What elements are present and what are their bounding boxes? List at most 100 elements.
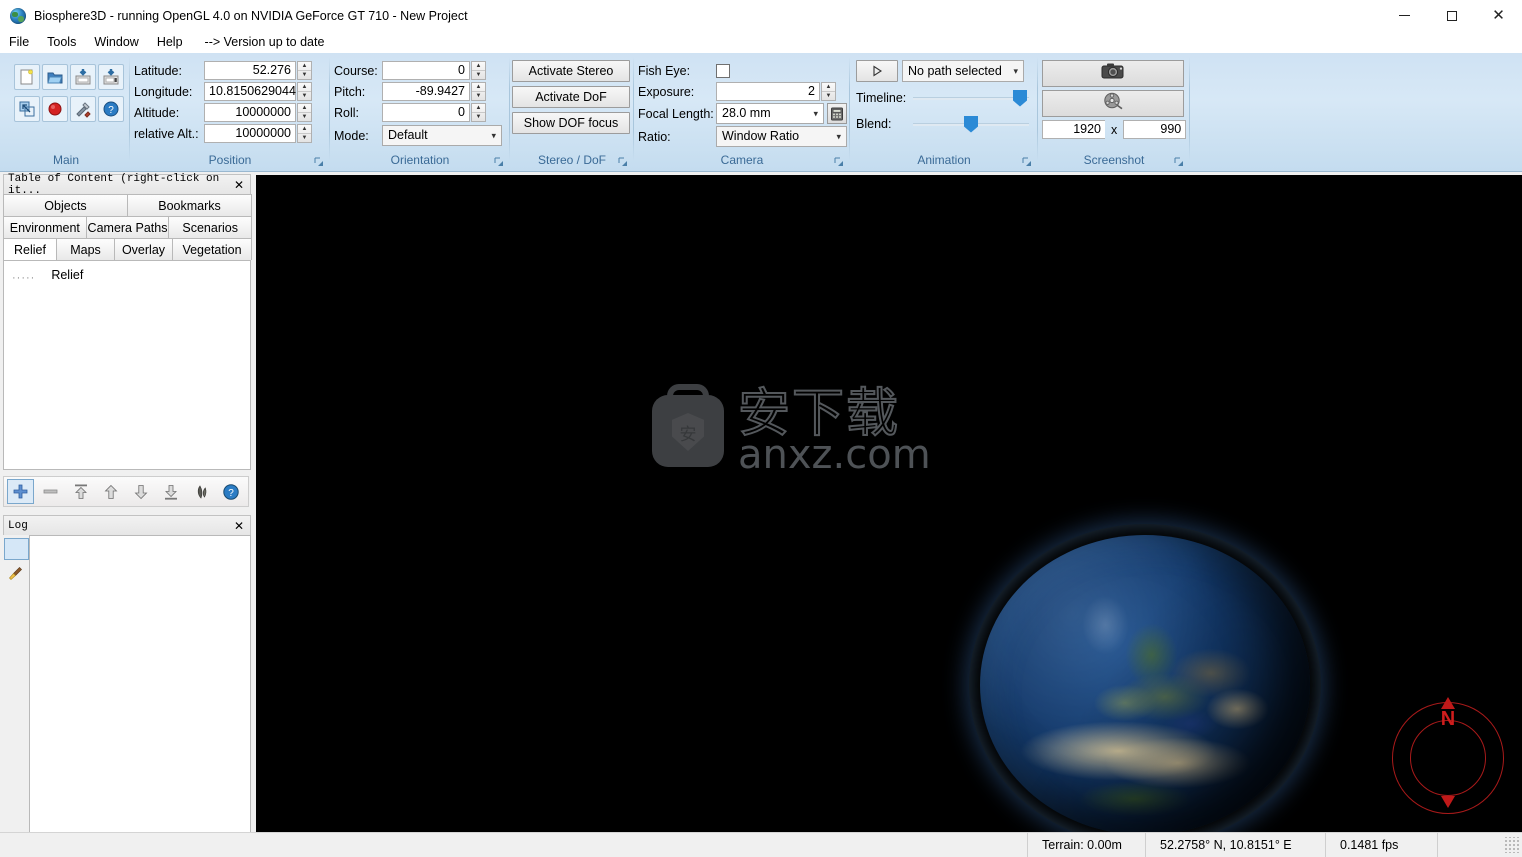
tab-objects[interactable]: Objects <box>3 194 128 216</box>
stop-log-icon[interactable] <box>3 538 29 560</box>
orientation-dialog-launcher[interactable] <box>494 157 504 167</box>
help-icon[interactable]: ? <box>217 479 244 504</box>
screenshot-width-input[interactable]: 1920 <box>1042 120 1105 139</box>
menu-item-window[interactable]: Window <box>85 33 147 51</box>
focal-length-select[interactable]: 28.0 mm ▾ <box>716 103 824 124</box>
open-project-icon[interactable] <box>42 64 68 90</box>
longitude-input[interactable]: 10.8150629044 <box>204 82 296 101</box>
exposure-row: Exposure: 2 ▲ ▼ <box>638 81 848 102</box>
menu-bar: File Tools Window Help --> Version up to… <box>0 31 1522 53</box>
compass-widget[interactable]: N <box>1388 697 1508 818</box>
vegetation-leaf-icon[interactable] <box>187 479 214 504</box>
altitude-stepper[interactable]: ▲ ▼ <box>297 103 312 122</box>
animation-path-select[interactable]: No path selected ▾ <box>902 60 1024 82</box>
record-movie-button[interactable] <box>1042 90 1184 117</box>
tab-maps[interactable]: Maps <box>56 238 115 260</box>
show-dof-focus-button[interactable]: Show DOF focus <box>512 112 630 134</box>
relative-alt-stepper[interactable]: ▲ ▼ <box>297 124 312 143</box>
3d-viewport[interactable]: 安 安下载 anxz.com N <box>256 175 1522 832</box>
fit-window-icon[interactable] <box>14 96 40 122</box>
toc-close-icon[interactable]: ✕ <box>234 178 244 192</box>
latitude-stepper[interactable]: ▲ ▼ <box>297 61 312 80</box>
log-output[interactable] <box>29 535 251 841</box>
course-stepper[interactable]: ▲ ▼ <box>471 61 486 80</box>
mode-select-value: Default <box>388 128 428 142</box>
tab-relief[interactable]: Relief <box>3 238 57 260</box>
tab-vegetation[interactable]: Vegetation <box>172 238 252 260</box>
version-status-text: --> Version up to date <box>204 35 325 49</box>
remove-icon[interactable] <box>37 479 64 504</box>
fish-eye-checkbox[interactable] <box>716 63 730 78</box>
title-bar: Biosphere3D - running OpenGL 4.0 on NVID… <box>0 0 1522 31</box>
mode-select[interactable]: Default ▾ <box>382 125 502 146</box>
table-of-content-panel: Table of Content (right-click on it... ✕… <box>0 172 254 507</box>
course-label: Course: <box>334 63 378 78</box>
stereo-dof-dialog-launcher[interactable] <box>618 157 628 167</box>
save-project-icon[interactable] <box>70 64 96 90</box>
relief-tree[interactable]: ····· Relief <box>3 260 251 470</box>
clear-log-broom-icon[interactable] <box>5 563 27 585</box>
screenshot-dialog-launcher[interactable] <box>1174 157 1184 167</box>
focal-length-row: Focal Length: 28.0 mm ▾ <box>638 102 848 125</box>
roll-input[interactable]: 0 <box>382 103 470 122</box>
menu-item-file[interactable]: File <box>0 33 38 51</box>
menu-item-tools[interactable]: Tools <box>38 33 85 51</box>
ratio-select[interactable]: Window Ratio ▾ <box>716 126 847 147</box>
tab-bookmarks[interactable]: Bookmarks <box>127 194 252 216</box>
mode-row: Mode: Default ▾ <box>334 125 508 146</box>
calculator-icon[interactable] <box>827 103 847 124</box>
take-screenshot-button[interactable] <box>1042 60 1184 87</box>
blend-slider[interactable] <box>913 115 1029 133</box>
log-side-toolbar <box>3 535 29 841</box>
log-close-icon[interactable]: ✕ <box>234 519 244 533</box>
help-icon[interactable]: ? <box>98 96 124 122</box>
menu-item-help[interactable]: Help <box>148 33 192 51</box>
latitude-row: Latitude: 52.276 ▲ ▼ <box>134 60 328 81</box>
window-title: Biosphere3D - running OpenGL 4.0 on NVID… <box>34 8 468 23</box>
move-to-top-icon[interactable] <box>67 479 94 504</box>
latitude-input[interactable]: 52.276 <box>204 61 296 80</box>
camera-dialog-launcher[interactable] <box>834 157 844 167</box>
pitch-stepper[interactable]: ▲ ▼ <box>471 82 486 101</box>
tab-environment[interactable]: Environment <box>3 216 87 238</box>
add-icon[interactable] <box>7 479 34 504</box>
exposure-stepper[interactable]: ▲ ▼ <box>821 82 836 101</box>
move-up-icon[interactable] <box>97 479 124 504</box>
ribbon-toolbar: ? Main Latitude: 52.276 ▲ ▼ Longitude: 10… <box>0 53 1522 172</box>
move-down-icon[interactable] <box>127 479 154 504</box>
watermark: 安 安下载 anxz.com <box>652 387 931 475</box>
tree-item-relief[interactable]: ····· Relief <box>4 266 250 284</box>
record-icon[interactable] <box>42 96 68 122</box>
maximize-button[interactable] <box>1428 0 1475 31</box>
watermark-shield-mark: 安 <box>672 413 704 451</box>
tab-scenarios[interactable]: Scenarios <box>168 216 253 238</box>
move-to-bottom-icon[interactable] <box>157 479 184 504</box>
longitude-stepper[interactable]: ▲ ▼ <box>297 82 312 101</box>
log-panel-title: Log <box>8 519 28 532</box>
save-as-project-icon[interactable] <box>98 64 124 90</box>
tab-camera-paths[interactable]: Camera Paths <box>85 216 170 238</box>
exposure-input[interactable]: 2 <box>716 82 820 101</box>
ribbon-group-label-stereo-dof: Stereo / DoF <box>537 153 607 167</box>
tab-overlay[interactable]: Overlay <box>114 238 173 260</box>
play-animation-button[interactable] <box>856 60 898 82</box>
close-button[interactable]: ✕ <box>1475 0 1522 31</box>
minimize-button[interactable] <box>1381 0 1428 31</box>
course-input[interactable]: 0 <box>382 61 470 80</box>
activate-dof-button[interactable]: Activate DoF <box>512 86 630 108</box>
new-project-icon[interactable] <box>14 64 40 90</box>
resize-grip-icon[interactable] <box>1503 837 1519 853</box>
tree-item-label: Relief <box>51 268 84 282</box>
altitude-input[interactable]: 10000000 <box>204 103 296 122</box>
position-dialog-launcher[interactable] <box>314 157 324 167</box>
ratio-label: Ratio: <box>638 129 671 144</box>
tools-icon[interactable] <box>70 96 96 122</box>
roll-stepper[interactable]: ▲ ▼ <box>471 103 486 122</box>
screenshot-height-input[interactable]: 990 <box>1123 120 1187 139</box>
timeline-slider[interactable] <box>913 89 1029 107</box>
earth-globe <box>980 535 1310 832</box>
pitch-input[interactable]: -89.9427 <box>382 82 470 101</box>
relative-alt-input[interactable]: 10000000 <box>204 124 296 143</box>
animation-dialog-launcher[interactable] <box>1022 157 1032 167</box>
activate-stereo-button[interactable]: Activate Stereo <box>512 60 630 82</box>
